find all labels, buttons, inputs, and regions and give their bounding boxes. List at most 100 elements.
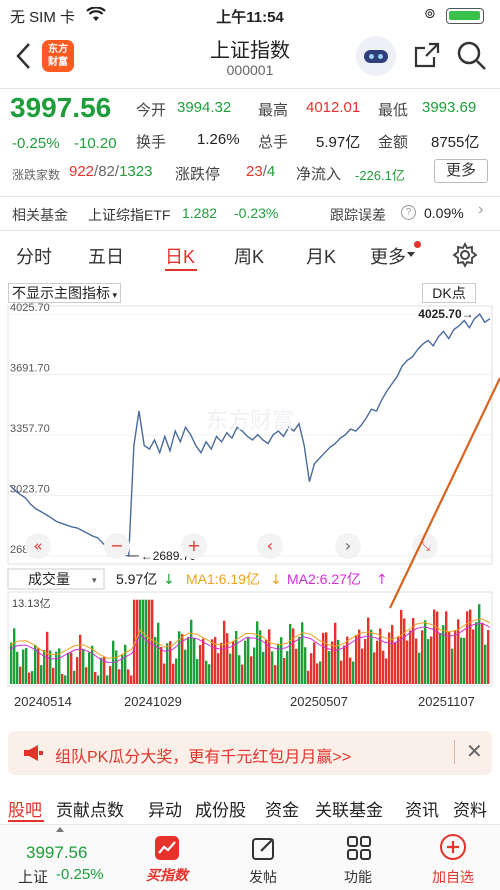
fast-back-icon: «	[33, 537, 42, 555]
tab-more[interactable]: 更多	[370, 243, 406, 269]
help-icon[interactable]: ?	[401, 205, 416, 220]
grid-icon	[347, 836, 371, 860]
volume-bar	[361, 648, 364, 684]
tab-daily-k[interactable]: 日K	[165, 243, 195, 269]
volume-label: 总手	[258, 134, 289, 151]
high-label: 最高	[258, 102, 289, 119]
tab-monthly-k[interactable]: 月K	[306, 243, 336, 269]
volume-bar	[283, 657, 286, 684]
volume-bar	[454, 630, 457, 684]
x-tick-label: 20240514	[14, 694, 72, 709]
volume-bar	[430, 636, 433, 684]
volume-bar	[241, 664, 244, 684]
plus-icon: +	[187, 536, 200, 555]
mini-price: 3997.56	[26, 843, 88, 862]
current-price: 3997.56	[10, 92, 112, 123]
edit-icon	[252, 838, 274, 860]
volume-bar	[70, 652, 73, 684]
subtab-related-fund[interactable]: 关联基金	[315, 796, 383, 821]
volume-bar	[436, 611, 439, 684]
tab-weekly-k[interactable]: 周K	[234, 243, 264, 269]
volume-bar	[205, 660, 208, 684]
limit-down: 4	[266, 163, 276, 180]
change-abs: -10.20	[74, 135, 117, 152]
volume-bar	[187, 637, 190, 684]
volume-bar	[382, 650, 385, 684]
volume-bar	[232, 641, 235, 684]
fund-label: 相关基金	[12, 207, 68, 223]
mini-change: -0.25%	[56, 866, 104, 883]
limit-values: 23/4	[246, 163, 276, 180]
tab-intraday[interactable]: 分时	[16, 243, 52, 269]
volume-bar	[64, 675, 67, 684]
volume-bar	[109, 666, 112, 684]
breadth-label: 涨跌家数	[12, 168, 61, 182]
volume-bar	[124, 644, 127, 684]
fund-name[interactable]: 上证综指ETF	[88, 205, 170, 225]
settings-gear-icon[interactable]	[452, 242, 478, 268]
netflow-value: -226.1亿	[355, 168, 405, 183]
subtab-profile[interactable]: 资料	[453, 796, 487, 821]
volume-bar	[433, 609, 436, 684]
promo-banner[interactable]: 组队PK瓜分大奖，更有千元红包月月赢>> ✕	[8, 731, 492, 775]
share-icon[interactable]	[412, 40, 442, 70]
volume-bar	[316, 663, 319, 684]
more-quote-button[interactable]: 更多	[434, 159, 488, 183]
plus-circle-icon	[440, 834, 466, 860]
caret-up-icon[interactable]	[56, 827, 64, 832]
notification-dot	[414, 241, 421, 248]
subtab-movement[interactable]: 异动	[148, 796, 182, 821]
volume-bar	[169, 641, 172, 684]
tab-five-day[interactable]: 五日	[88, 243, 124, 269]
robot-avatar-icon[interactable]	[356, 36, 396, 76]
subtab-capital[interactable]: 资金	[265, 796, 299, 821]
subtab-contribution[interactable]: 贡献点数	[56, 796, 124, 821]
volume-bar	[268, 629, 271, 684]
subtab-news[interactable]: 资讯	[405, 796, 439, 821]
volume-bar	[418, 652, 421, 684]
volume-bar	[223, 620, 226, 684]
close-icon[interactable]: ✕	[466, 739, 483, 764]
volume-bar	[313, 642, 316, 684]
volume-bar	[49, 650, 52, 684]
volume-bar	[478, 604, 481, 684]
volume-bar	[259, 630, 262, 684]
volume-bar	[211, 639, 214, 684]
volume-bar	[166, 643, 169, 684]
volume-bar	[85, 667, 88, 684]
volume-bar	[127, 669, 130, 684]
turnover-label: 换手	[136, 134, 167, 151]
chevron-left-icon: ‹	[267, 536, 273, 555]
volume-bar	[484, 644, 487, 684]
volume-bar	[409, 630, 412, 684]
breadth-down: 1323	[119, 163, 153, 180]
volume-bar	[370, 629, 373, 684]
volume-bar	[463, 637, 466, 684]
volume-bar	[100, 657, 103, 684]
trend-line-drawing[interactable]	[389, 377, 500, 609]
volume-bar	[115, 650, 118, 684]
volume-bar	[376, 640, 379, 684]
volume-bar	[298, 636, 301, 684]
volume-bar	[373, 652, 376, 684]
subtab-components[interactable]: 成份股	[195, 796, 246, 821]
volume-bar	[88, 652, 91, 684]
track-label: 跟踪误差	[330, 207, 386, 223]
volume-bar	[322, 632, 325, 684]
open-label: 今开	[136, 102, 167, 119]
chart-nav-buttons: « − + ‹ › ⤡	[25, 533, 438, 559]
x-tick-labels: 20240514 20241029 20250507 20251107	[14, 694, 475, 709]
volume-bar	[226, 633, 229, 684]
search-icon[interactable]	[456, 40, 488, 72]
volume-bar	[289, 623, 292, 684]
kline-chart[interactable]: 4025.703691.703357.703023.702689.70 ←268…	[0, 280, 500, 720]
banner-divider	[454, 740, 455, 764]
volume-label: 成交量	[28, 571, 70, 587]
subtab-guba[interactable]: 股吧	[8, 796, 42, 821]
chevron-right-icon[interactable]: ›	[478, 201, 483, 219]
volume-bar	[421, 630, 424, 684]
limit-up: 23	[246, 163, 263, 180]
volume-bar	[328, 651, 331, 684]
gridlines	[8, 313, 492, 557]
volume-bar	[160, 647, 163, 684]
